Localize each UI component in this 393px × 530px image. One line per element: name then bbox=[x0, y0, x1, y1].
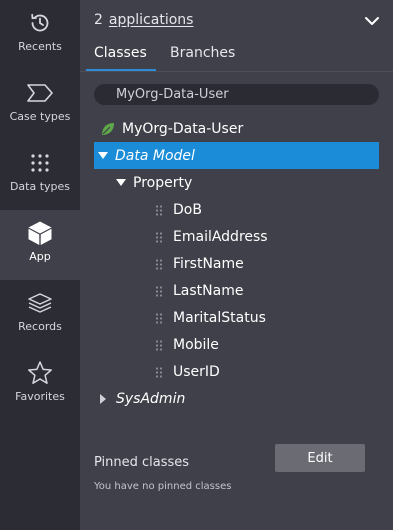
drag-handle-icon[interactable] bbox=[155, 204, 163, 216]
property-label-lastname: LastName bbox=[173, 282, 244, 299]
nav-item-recents[interactable]: Recents bbox=[0, 0, 80, 70]
leaf-icon bbox=[100, 121, 116, 137]
drag-handle-icon[interactable] bbox=[155, 231, 163, 243]
nav-item-records[interactable]: Records bbox=[0, 280, 80, 350]
tree-leaf-property[interactable]: FirstName bbox=[94, 250, 379, 277]
tab-classes[interactable]: Classes bbox=[94, 45, 147, 61]
stacked-layers-icon bbox=[27, 289, 53, 317]
tree-leaf-property[interactable]: DoB bbox=[94, 196, 379, 223]
caret-down-icon[interactable] bbox=[116, 178, 126, 187]
tree-root-label: MyOrg-Data-User bbox=[122, 120, 244, 137]
tab-branches[interactable]: Branches bbox=[170, 45, 235, 61]
drag-handle-icon[interactable] bbox=[155, 339, 163, 351]
tree-root-class[interactable]: MyOrg-Data-User bbox=[94, 115, 379, 142]
app-explorer-panel: 2 applications Classes Branches MyOrg-Dat… bbox=[80, 0, 393, 530]
tab-divider bbox=[80, 71, 393, 72]
applications-count-number: 2 bbox=[94, 12, 103, 28]
property-label-emailaddress: EmailAddress bbox=[173, 228, 268, 245]
drag-handle-icon[interactable] bbox=[155, 258, 163, 270]
tree-node-property[interactable]: Property bbox=[94, 169, 379, 196]
property-label-userid: UserID bbox=[173, 363, 220, 380]
star-icon bbox=[27, 359, 53, 387]
tree-node-property-label: Property bbox=[133, 174, 193, 191]
explorer-tabs: Classes Branches bbox=[80, 42, 393, 72]
drag-handle-icon[interactable] bbox=[155, 285, 163, 297]
applications-link[interactable]: applications bbox=[109, 12, 194, 28]
property-label-mobile: Mobile bbox=[173, 336, 219, 353]
applications-count: 2 applications bbox=[94, 12, 193, 28]
tree-leaf-property[interactable]: Mobile bbox=[94, 331, 379, 358]
tree-leaf-property[interactable]: UserID bbox=[94, 358, 379, 385]
nav-label-records: Records bbox=[18, 320, 62, 333]
nav-label-data-types: Data types bbox=[9, 180, 71, 193]
property-label-dob: DoB bbox=[173, 201, 202, 218]
nav-label-app: App bbox=[29, 250, 51, 263]
property-label-firstname: FirstName bbox=[173, 255, 244, 272]
tree-leaf-property[interactable]: LastName bbox=[94, 277, 379, 304]
pinned-empty-message: You have no pinned classes bbox=[94, 481, 232, 492]
case-type-tag-icon bbox=[26, 79, 54, 107]
nav-label-favorites: Favorites bbox=[15, 390, 65, 403]
clock-history-icon bbox=[28, 9, 52, 37]
nav-item-data-types[interactable]: Data types bbox=[0, 140, 80, 210]
property-label-maritalstatus: MaritalStatus bbox=[173, 309, 266, 326]
tree-node-sysadmin-label: SysAdmin bbox=[116, 390, 186, 407]
class-search-input[interactable] bbox=[94, 84, 379, 105]
nav-item-favorites[interactable]: Favorites bbox=[0, 350, 80, 420]
drag-handle-icon[interactable] bbox=[155, 366, 163, 378]
edit-pinned-button[interactable]: Edit bbox=[275, 444, 365, 472]
drag-handle-icon[interactable] bbox=[155, 312, 163, 324]
cube-icon bbox=[27, 219, 53, 247]
left-nav-rail: Recents Case types Data types App Record… bbox=[0, 0, 80, 530]
caret-down-icon[interactable] bbox=[98, 151, 108, 160]
tree-node-sysadmin[interactable]: SysAdmin bbox=[94, 385, 379, 412]
pinned-classes-title: Pinned classes bbox=[94, 455, 190, 470]
nav-label-case-types: Case types bbox=[9, 110, 71, 123]
tree-leaf-property[interactable]: EmailAddress bbox=[94, 223, 379, 250]
nav-label-recents: Recents bbox=[18, 40, 62, 53]
nav-item-case-types[interactable]: Case types bbox=[0, 70, 80, 140]
tree-node-data-model[interactable]: Data Model bbox=[94, 142, 379, 169]
tree-leaf-property[interactable]: MaritalStatus bbox=[94, 304, 379, 331]
nav-item-app[interactable]: App bbox=[0, 210, 80, 280]
chevron-down-icon[interactable] bbox=[364, 12, 380, 31]
tree-node-data-model-label: Data Model bbox=[115, 147, 195, 164]
caret-right-icon[interactable] bbox=[100, 393, 107, 404]
grid-dots-icon bbox=[30, 149, 50, 177]
